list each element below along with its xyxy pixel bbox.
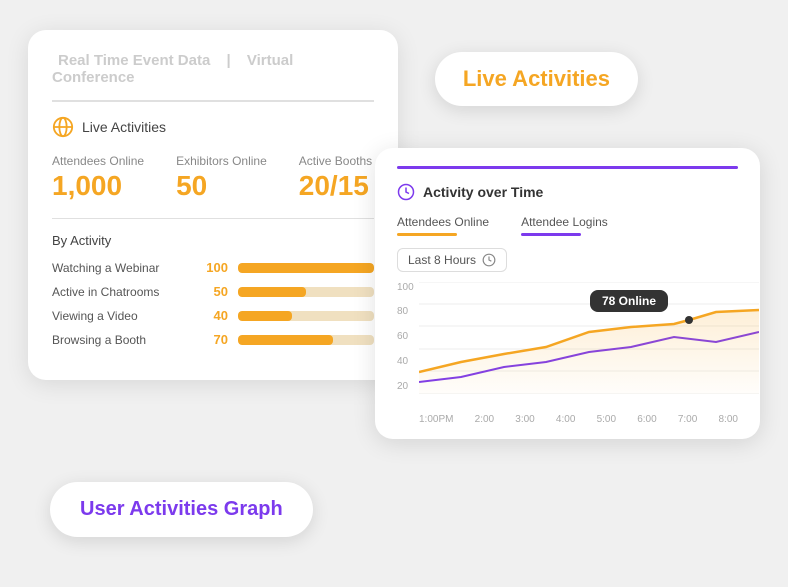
- activity-name: Active in Chatrooms: [52, 285, 192, 299]
- activity-name: Viewing a Video: [52, 309, 192, 323]
- activity-time-title: Activity over Time: [423, 184, 543, 200]
- activity-name: Browsing a Booth: [52, 333, 192, 347]
- globe-icon: [52, 116, 74, 138]
- stat-value: 50: [176, 170, 267, 202]
- stat-value: 20/15: [299, 170, 372, 202]
- card-title: Real Time Event Data | Virtual Conferenc…: [52, 52, 374, 86]
- legend-logins-line: [521, 233, 581, 236]
- activity-row: Active in Chatrooms 50: [52, 284, 374, 299]
- user-activities-label: User Activities Graph: [80, 498, 283, 520]
- by-activity-label: By Activity: [52, 233, 374, 248]
- activity-bar-bg: [238, 335, 374, 345]
- activity-name: Watching a Webinar: [52, 261, 192, 275]
- legend-attendees: Attendees Online: [397, 215, 489, 236]
- activity-bar: [238, 287, 306, 297]
- time-filter-icon: [482, 253, 496, 267]
- activity-bar-bg: [238, 287, 374, 297]
- top-line: [397, 166, 738, 169]
- activity-count: 100: [192, 260, 228, 275]
- activity-bar-bg: [238, 311, 374, 321]
- divider-middle: [52, 218, 374, 220]
- activity-bar-bg: [238, 263, 374, 273]
- stat-label: Active Booths: [299, 154, 372, 168]
- activity-bar: [238, 263, 374, 273]
- stats-row: Attendees Online 1,000 Exhibitors Online…: [52, 154, 374, 202]
- activity-count: 70: [192, 332, 228, 347]
- activity-count: 40: [192, 308, 228, 323]
- stat-item: Attendees Online 1,000: [52, 154, 144, 202]
- card-right: Activity over Time Attendees Online Atte…: [375, 148, 760, 439]
- scene: Live Activities Real Time Event Data | V…: [0, 0, 788, 587]
- activity-bar: [238, 311, 292, 321]
- stat-item: Active Booths 20/15: [299, 154, 372, 202]
- activity-row: Browsing a Booth 70: [52, 332, 374, 347]
- activity-time-header: Activity over Time: [397, 183, 738, 201]
- legend-logins: Attendee Logins: [521, 215, 608, 236]
- activity-row: Viewing a Video 40: [52, 308, 374, 323]
- time-filter[interactable]: Last 8 Hours: [397, 248, 507, 272]
- user-activities-bubble: User Activities Graph: [50, 482, 313, 537]
- legend-row: Attendees Online Attendee Logins: [397, 215, 738, 236]
- chart-tooltip: 78 Online: [590, 290, 668, 312]
- x-labels: 1:00PM 2:00 3:00 4:00 5:00 6:00 7:00 8:0…: [397, 412, 738, 425]
- stat-label: Attendees Online: [52, 154, 144, 168]
- stat-item: Exhibitors Online 50: [176, 154, 267, 202]
- activity-count: 50: [192, 284, 228, 299]
- y-labels: 20 40 60 80 100: [397, 282, 414, 392]
- stat-label: Exhibitors Online: [176, 154, 267, 168]
- live-header: Live Activities: [52, 116, 374, 138]
- live-activities-callout: Live Activities: [435, 52, 638, 106]
- chart-area: 78 Online 20 40 60 80 100: [397, 282, 738, 412]
- legend-logins-label: Attendee Logins: [521, 215, 608, 229]
- activity-bar: [238, 335, 333, 345]
- divider-top: [52, 100, 374, 102]
- stat-value: 1,000: [52, 170, 144, 202]
- activity-row: Watching a Webinar 100: [52, 260, 374, 275]
- activities-list: Watching a Webinar 100 Active in Chatroo…: [52, 260, 374, 347]
- legend-attendees-line: [397, 233, 457, 236]
- legend-attendees-label: Attendees Online: [397, 215, 489, 229]
- live-label: Live Activities: [82, 119, 166, 135]
- card-left: Real Time Event Data | Virtual Conferenc…: [28, 30, 398, 380]
- clock-icon: [397, 183, 415, 201]
- callout-label: Live Activities: [463, 66, 610, 91]
